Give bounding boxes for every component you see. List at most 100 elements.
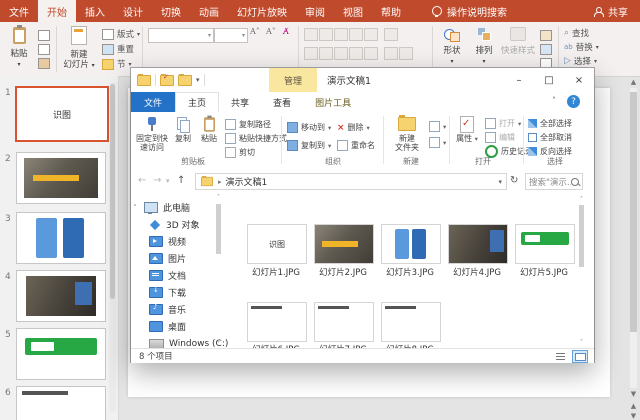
previous-slide-icon[interactable]: ▲ — [628, 402, 639, 410]
paste-button[interactable]: 粘贴 ▾ — [6, 25, 32, 69]
properties-button[interactable]: 属性 ▾ — [453, 115, 481, 143]
align-center-icon[interactable] — [319, 47, 333, 60]
manage-contextual-header[interactable]: 管理 — [269, 68, 317, 92]
tell-me-search[interactable]: 操作说明搜索 — [424, 0, 515, 22]
expander-icon[interactable]: ˅ — [131, 204, 139, 212]
replace-button[interactable]: ab 替换 ▾ — [564, 41, 599, 53]
sidebar-item-windows-c[interactable]: Windows (C:) — [131, 336, 241, 348]
clear-format-icon[interactable]: A̸ — [283, 27, 289, 36]
file-label[interactable]: 幻灯片5.JPG — [511, 266, 577, 278]
file-item-slide6[interactable] — [247, 302, 307, 342]
ppt-tab-transitions[interactable]: 切换 — [152, 0, 190, 22]
search-input[interactable]: 搜索"演示... — [525, 173, 583, 190]
indent-decrease-icon[interactable] — [334, 28, 348, 41]
file-label[interactable]: 幻灯片3.JPG — [377, 266, 443, 278]
edit-button[interactable]: 编辑 — [485, 131, 515, 144]
align-text-icon[interactable] — [384, 47, 398, 60]
explorer-tab-picture-tools[interactable]: 图片工具 — [303, 92, 363, 112]
slide-panel-scrollbar[interactable] — [109, 82, 116, 412]
scroll-down-icon[interactable]: ˅ — [214, 341, 223, 348]
file-item-slide4[interactable] — [448, 224, 508, 264]
scroll-up-icon[interactable]: ▲ — [628, 78, 639, 86]
quick-styles-button[interactable]: 快速样式 — [500, 27, 536, 57]
open-button[interactable]: 打开 ▾ — [485, 117, 521, 130]
slide-thumbnail-4[interactable] — [16, 270, 106, 322]
recent-locations-icon[interactable]: ▾ — [166, 177, 170, 185]
rename-button[interactable]: 重命名 — [337, 139, 375, 152]
find-button[interactable]: ⌕ 查找 — [564, 27, 589, 39]
forward-icon[interactable]: → — [153, 175, 161, 186]
minimize-ribbon-icon[interactable]: ˄ — [552, 96, 556, 105]
qat-dropdown-icon[interactable]: ▾ — [196, 76, 200, 84]
help-icon[interactable]: ? — [567, 95, 580, 108]
explorer-tab-home[interactable]: 主页 — [175, 92, 220, 112]
reset-button[interactable]: 重置 — [102, 43, 134, 55]
increase-font-icon[interactable]: A˄ — [250, 27, 260, 36]
ppt-tab-file[interactable]: 文件 — [0, 0, 38, 22]
ppt-tab-review[interactable]: 审阅 — [296, 0, 334, 22]
select-button[interactable]: ▷ 选择 ▾ — [564, 55, 597, 67]
format-painter-icon[interactable] — [38, 58, 50, 69]
ppt-vertical-scrollbar[interactable]: ▲ ▼ ▲ ▼ — [628, 78, 639, 420]
slide-thumbnail-6[interactable] — [16, 386, 106, 420]
paste-shortcut-button[interactable]: 粘贴快捷方式 — [225, 132, 287, 145]
copy-to-button[interactable]: 复制到 ▾ — [287, 139, 331, 152]
next-slide-icon[interactable]: ▼ — [628, 412, 639, 420]
justify-icon[interactable] — [349, 47, 363, 60]
ppt-tab-help[interactable]: 帮助 — [372, 0, 410, 22]
scroll-down-icon[interactable]: ˅ — [577, 339, 586, 346]
sidebar-item-pictures[interactable]: 图片 — [131, 251, 241, 266]
cut-icon[interactable] — [38, 30, 50, 41]
up-icon[interactable]: ↑ — [177, 175, 185, 186]
ppt-tab-design[interactable]: 设计 — [114, 0, 152, 22]
details-view-icon[interactable] — [553, 350, 569, 363]
align-left-icon[interactable] — [304, 47, 318, 60]
folder-icon[interactable] — [178, 73, 192, 86]
align-right-icon[interactable] — [334, 47, 348, 60]
shape-fill-icon[interactable] — [540, 30, 552, 41]
files-scrollbar[interactable]: ˄ ˅ — [577, 194, 586, 348]
refresh-icon[interactable]: ↻ — [510, 175, 518, 186]
file-item-slide5[interactable] — [515, 224, 575, 264]
large-icons-view-icon[interactable] — [572, 349, 588, 363]
ppt-tab-home[interactable]: 开始 — [38, 0, 76, 22]
ppt-tab-animations[interactable]: 动画 — [190, 0, 228, 22]
file-label[interactable]: 幻灯片1.JPG — [243, 266, 309, 278]
navpane-scrollbar[interactable]: ˄ ˅ — [214, 194, 223, 348]
new-item-button[interactable]: ▾ — [429, 120, 446, 133]
file-item-slide3[interactable] — [381, 224, 441, 264]
easy-access-button[interactable]: ▾ — [429, 136, 446, 149]
slide-thumbnail-3[interactable] — [16, 212, 106, 264]
explorer-tab-view[interactable]: 查看 — [261, 92, 303, 112]
pin-to-quick-access-button[interactable]: 固定到快速访问 — [135, 115, 169, 152]
cut-button[interactable]: 剪切 — [225, 146, 255, 159]
delete-button[interactable]: × 删除 ▾ — [337, 121, 370, 134]
scroll-up-icon[interactable]: ˄ — [577, 196, 586, 203]
ppt-tab-view[interactable]: 视图 — [334, 0, 372, 22]
layout-button[interactable]: 版式 ▾ — [102, 28, 140, 40]
breadcrumb-folder[interactable]: 演示文稿1 — [226, 175, 268, 188]
copy-button[interactable]: 复制 — [171, 115, 195, 143]
line-spacing-icon[interactable] — [364, 28, 378, 41]
minimize-button[interactable]: – — [504, 68, 534, 92]
explorer-tab-file[interactable]: 文件 — [131, 92, 176, 112]
scroll-down-icon[interactable]: ▼ — [628, 390, 639, 398]
address-dropdown-icon[interactable]: ▾ — [498, 178, 502, 186]
folder-icon[interactable] — [137, 73, 151, 86]
move-to-button[interactable]: 移动到 ▾ — [287, 121, 331, 134]
breadcrumb[interactable]: ▸ 演示文稿1 ▾ — [195, 173, 507, 190]
file-label[interactable]: 幻灯片4.JPG — [444, 266, 510, 278]
copy-icon[interactable] — [38, 44, 50, 55]
font-size-dropdown[interactable]: ▾ — [214, 28, 248, 43]
close-button[interactable]: × — [564, 68, 594, 92]
new-slide-button[interactable]: 新建 幻灯片 ▾ — [60, 26, 98, 70]
share-button[interactable]: 共享 — [582, 0, 640, 22]
ppt-tab-slideshow[interactable]: 幻灯片放映 — [228, 0, 296, 22]
explorer-titlebar[interactable]: ▾ 管理 演示文稿1 – □ × — [131, 68, 594, 92]
sidebar-item-documents[interactable]: 文档 — [131, 268, 241, 283]
maximize-button[interactable]: □ — [534, 68, 564, 92]
scroll-up-icon[interactable]: ˄ — [214, 194, 223, 201]
bullets-icon[interactable] — [304, 28, 318, 41]
convert-smartart-icon[interactable] — [399, 47, 413, 60]
sidebar-item-videos[interactable]: 视频 — [131, 234, 241, 249]
